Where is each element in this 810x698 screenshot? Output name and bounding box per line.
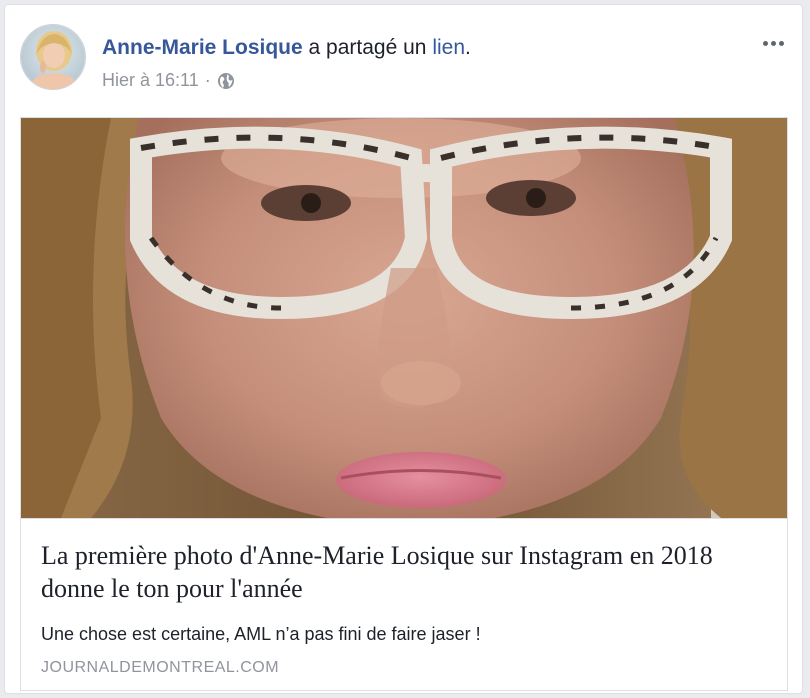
meta-separator: · [204, 70, 211, 90]
shared-link-word[interactable]: lien [432, 36, 465, 59]
more-options-icon[interactable] [758, 31, 788, 55]
link-preview-image[interactable] [21, 118, 787, 518]
globe-icon[interactable] [217, 72, 235, 90]
more-dot [770, 40, 776, 46]
more-dot [762, 40, 768, 46]
link-title[interactable]: La première photo d'Anne-Marie Losique s… [41, 539, 761, 605]
post-timestamp[interactable]: Hier à 16:11 [102, 70, 199, 91]
author-name-link[interactable]: Anne-Marie Losique [102, 36, 303, 59]
post-header: Anne-Marie Losique a partagé un lien. [102, 36, 471, 60]
shared-link-post: Anne-Marie Losique a partagé un lien. Hi… [4, 4, 803, 694]
link-preview-card[interactable]: La première photo d'Anne-Marie Losique s… [20, 117, 788, 691]
action-text: a partagé un [302, 36, 433, 59]
link-description: Une chose est certaine, AML n’a pas fini… [41, 624, 481, 644]
link-preview-body[interactable]: La première photo d'Anne-Marie Losique s… [21, 518, 787, 690]
author-avatar[interactable] [20, 24, 86, 90]
link-domain: JOURNALDEMONTREAL.COM [41, 659, 280, 676]
action-end: . [465, 36, 471, 59]
post-meta: Hier à 16:11 · [102, 70, 235, 91]
more-dot [778, 40, 784, 46]
